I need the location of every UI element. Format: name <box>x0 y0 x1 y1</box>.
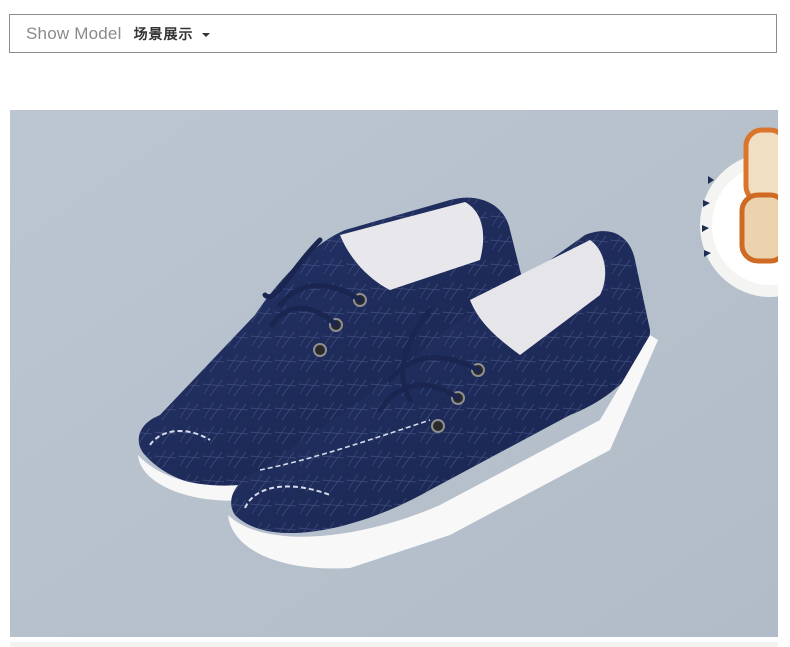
caret-down-icon <box>201 32 210 37</box>
section-title-chinese: 场景展示 <box>133 26 194 43</box>
next-image-strip <box>10 642 778 647</box>
page: Show Model 场景展示 <box>0 0 790 647</box>
section-header: Show Model 场景展示 <box>9 14 777 53</box>
section-title-english: Show Model <box>26 23 122 43</box>
product-photo <box>10 110 778 637</box>
